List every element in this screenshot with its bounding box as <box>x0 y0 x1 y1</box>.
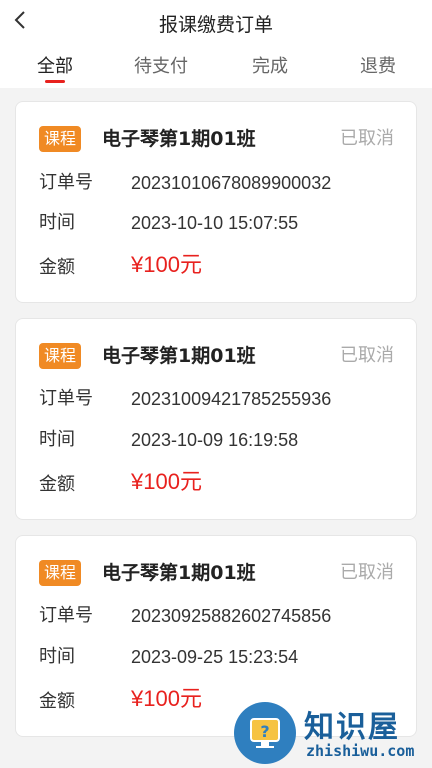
page-title: 报课缴费订单 <box>158 14 273 36</box>
order-no-label: 订单号 <box>39 388 93 409</box>
time-label: 时间 <box>39 646 75 667</box>
course-badge: 课程 <box>39 560 82 586</box>
tab-refund[interactable]: 退费 <box>333 52 423 78</box>
svg-text:?: ? <box>260 722 269 741</box>
tab-completed[interactable]: 完成 <box>225 52 315 78</box>
time-value: 2023-09-25 15:23:54 <box>131 647 299 667</box>
course-name: 电子琴第1期01班 <box>102 128 256 150</box>
amount-label: 金额 <box>39 691 75 712</box>
order-card[interactable]: 课程 电子琴第1期01班 已取消 订单号 2023101067808990003… <box>15 101 417 303</box>
order-status: 已取消 <box>340 128 394 149</box>
amount-label: 金额 <box>39 474 75 495</box>
course-badge: 课程 <box>39 343 82 369</box>
app-header: 报课缴费订单 全部 待支付 完成 退费 <box>0 0 432 88</box>
course-badge: 课程 <box>39 126 82 152</box>
tab-all[interactable]: 全部 <box>10 52 100 83</box>
tab-active-indicator <box>45 80 65 83</box>
tab-label: 全部 <box>37 56 73 77</box>
watermark-domain: zhishiwu.com <box>306 742 415 760</box>
time-label: 时间 <box>39 429 75 450</box>
tab-pending-payment[interactable]: 待支付 <box>116 52 206 78</box>
amount-value: ¥100元 <box>131 469 202 494</box>
amount-value: ¥100元 <box>131 252 202 277</box>
time-label: 时间 <box>39 212 75 233</box>
order-no-label: 订单号 <box>39 172 93 193</box>
order-status: 已取消 <box>340 345 394 366</box>
amount-value: ¥100元 <box>131 686 202 711</box>
tab-label: 待支付 <box>134 56 188 77</box>
tab-bar: 全部 待支付 完成 退费 <box>0 52 432 88</box>
order-no-value: 20231009421785255936 <box>131 389 332 409</box>
watermark-logo: ? 知识屋 zhishiwu.com <box>234 700 432 768</box>
time-value: 2023-10-10 15:07:55 <box>131 213 299 233</box>
order-no-value: 20230925882602745856 <box>131 606 332 626</box>
question-monitor-icon: ? <box>234 702 296 764</box>
order-no-label: 订单号 <box>39 605 93 626</box>
course-name: 电子琴第1期01班 <box>102 562 256 584</box>
tab-label: 退费 <box>360 56 396 77</box>
order-card[interactable]: 课程 电子琴第1期01班 已取消 订单号 2023100942178525593… <box>15 318 417 520</box>
watermark-name: 知识屋 <box>304 710 400 745</box>
course-name: 电子琴第1期01班 <box>102 345 256 367</box>
time-value: 2023-10-09 16:19:58 <box>131 430 299 450</box>
order-status: 已取消 <box>340 562 394 583</box>
tab-label: 完成 <box>252 56 288 77</box>
amount-label: 金额 <box>39 257 75 278</box>
order-no-value: 20231010678089900032 <box>131 173 332 193</box>
